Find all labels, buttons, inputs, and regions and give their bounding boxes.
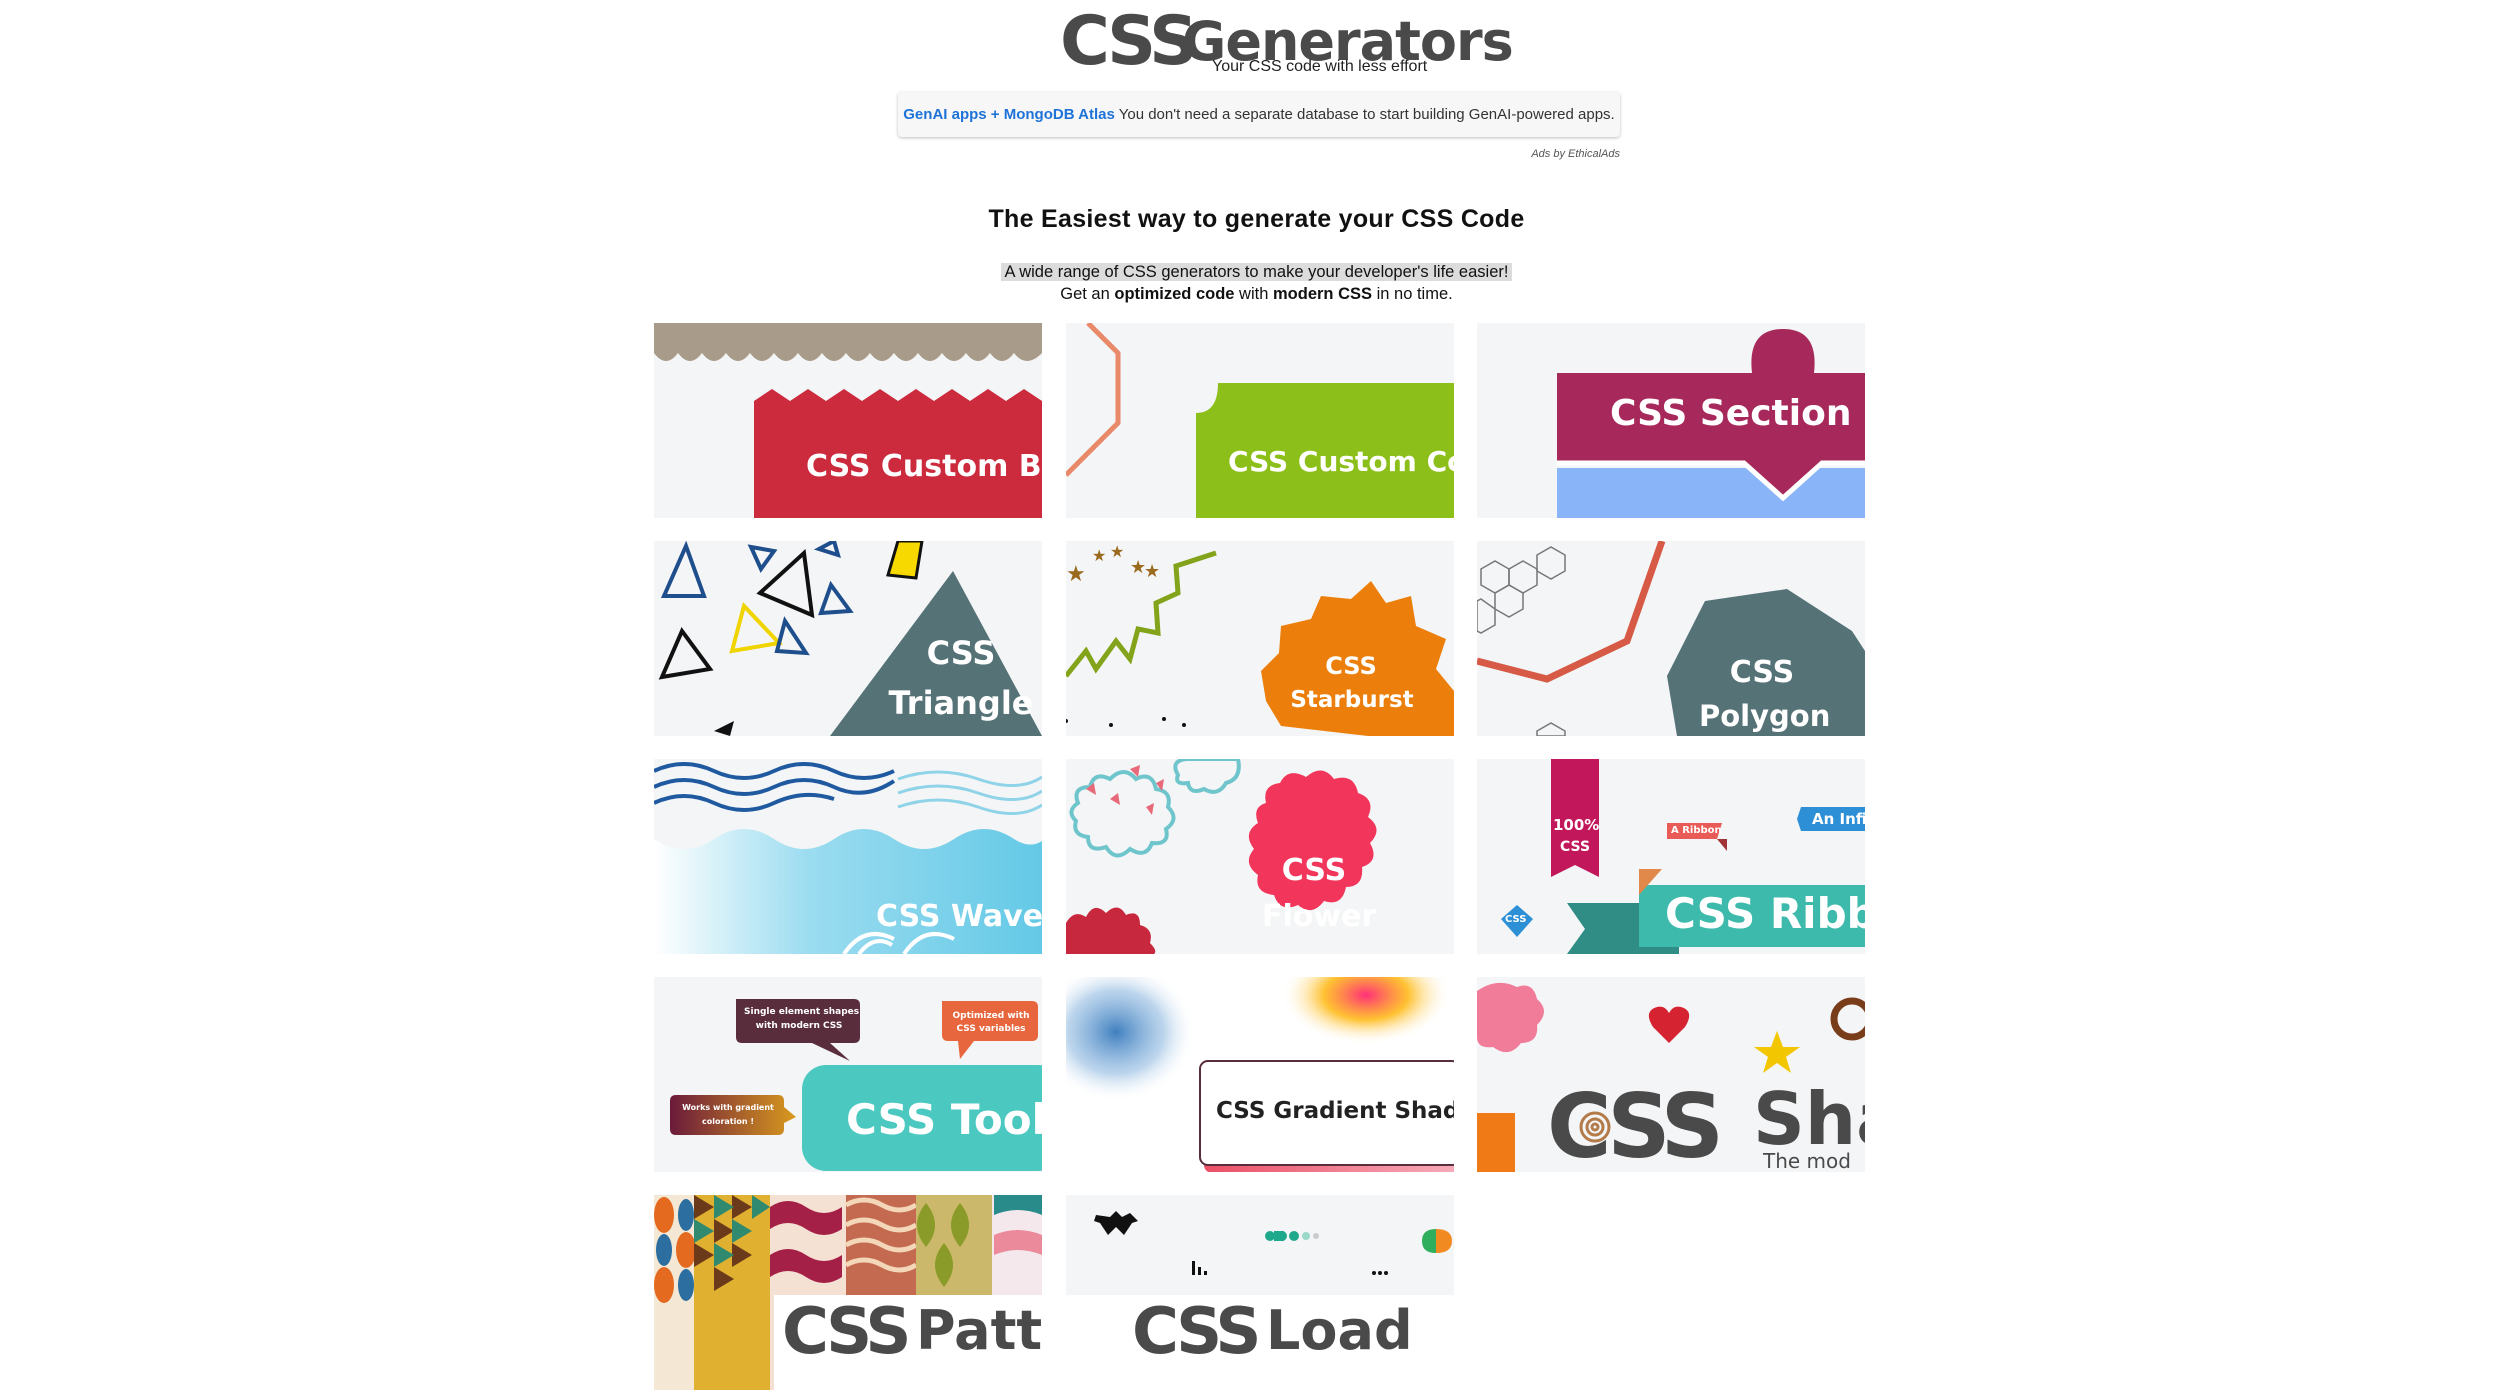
- svg-text:★: ★: [1066, 561, 1086, 586]
- card-ribbon-label: CSS Ribbo: [1665, 889, 1865, 938]
- card-polygon[interactable]: CSS Polygon: [1477, 541, 1865, 736]
- ribbon-tag-100: 100%: [1553, 816, 1600, 834]
- card-polygon-label-2: Polygon: [1699, 699, 1831, 733]
- logo-css-mark: CSS: [1060, 8, 1198, 76]
- card-flower-label-1: CSS: [1281, 853, 1347, 888]
- tooltip-bubble-3: Works with gradient: [682, 1103, 774, 1112]
- subtitle-line-2-mid: with: [1234, 285, 1273, 303]
- card-waves-label: CSS Waves: [876, 899, 1042, 934]
- tooltip-bubble-3b: coloration !: [701, 1117, 754, 1126]
- card-loaders-label: Load: [1266, 1299, 1413, 1362]
- svg-text:★: ★: [1092, 548, 1106, 565]
- ad-body-text: You don't need a separate database to st…: [1118, 106, 1615, 123]
- card-loaders[interactable]: CSS Load: [1066, 1195, 1454, 1390]
- card-custom-corners[interactable]: CSS Custom Cor: [1066, 323, 1454, 518]
- subtitle-line-2-post: in no time.: [1372, 285, 1453, 303]
- card-gradient-shadow[interactable]: CSS Gradient Shado: [1066, 977, 1454, 1172]
- card-shapes-subtitle: The mod: [1763, 1149, 1851, 1172]
- card-patterns[interactable]: CSS Patte: [654, 1195, 1042, 1390]
- subtitle-line-1: A wide range of CSS generators to make y…: [1000, 263, 1513, 281]
- card-loaders-logo: CSS: [1132, 1295, 1261, 1369]
- card-patterns-logo: CSS: [782, 1295, 911, 1369]
- card-gradient-shadow-label: CSS Gradient Shado: [1216, 1098, 1454, 1124]
- card-ribbon[interactable]: 100% CSS A Ribbon An Infi CSS CSS Ribbo: [1477, 759, 1865, 954]
- ribbon-tag-css: CSS: [1559, 839, 1591, 855]
- card-triangle[interactable]: CSS Triangle: [654, 541, 1042, 736]
- tooltip-bubble-1: Single element shapes: [744, 1007, 860, 1017]
- page-subtitle: A wide range of CSS generators to make y…: [0, 261, 2513, 305]
- subtitle-line-2-pre: Get an: [1060, 285, 1115, 303]
- gradient-shadow-illustration: [1066, 977, 1454, 1172]
- card-triangle-label-2: Triangle: [888, 684, 1034, 722]
- ad-link[interactable]: GenAI apps + MongoDB Atlas: [903, 106, 1115, 123]
- svg-text:★: ★: [1144, 561, 1160, 581]
- custom-corners-illustration: [1066, 323, 1454, 518]
- card-triangle-label-1: CSS: [926, 634, 996, 672]
- ribbon-tag-a-ribbon: A Ribbon: [1671, 825, 1722, 836]
- page-headline: The Easiest way to generate your CSS Cod…: [988, 205, 1525, 233]
- tooltip-bubble-2b: CSS variables: [956, 1024, 1026, 1034]
- card-custom-borders[interactable]: CSS Custom Bor: [654, 323, 1042, 518]
- site-logo[interactable]: CSS Generators Your CSS code with less e…: [1060, 8, 1514, 76]
- card-shapes[interactable]: CSS Sha The mod: [1477, 977, 1865, 1172]
- card-shapes-logo: CSS: [1547, 1075, 1724, 1172]
- card-patterns-label: Patte: [916, 1299, 1042, 1362]
- card-section-divider[interactable]: CSS Section Di: [1477, 323, 1865, 518]
- card-section-divider-label: CSS Section Di: [1610, 393, 1865, 434]
- card-waves[interactable]: CSS Waves: [654, 759, 1042, 954]
- card-custom-corners-label: CSS Custom Cor: [1228, 445, 1454, 478]
- ad-credit[interactable]: Ads by EthicalAds: [1460, 148, 1620, 160]
- ad-banner: GenAI apps + MongoDB Atlas You don't nee…: [898, 92, 1620, 137]
- logo-tagline: Your CSS code with less effort: [1212, 58, 1428, 75]
- tooltip-bubble-1b: with modern CSS: [755, 1021, 843, 1031]
- tooltip-bubble-2: Optimized with: [952, 1011, 1030, 1021]
- card-tooltip[interactable]: Single element shapes with modern CSS Op…: [654, 977, 1042, 1172]
- card-starburst[interactable]: ★ ★ ★ ★ ★ CSS Starburst: [1066, 541, 1454, 736]
- subtitle-bold-2: modern CSS: [1272, 285, 1373, 303]
- subtitle-bold-1: optimized code: [1114, 285, 1235, 303]
- ribbon-tag-small-css: CSS: [1505, 914, 1527, 925]
- flower-illustration: [1066, 759, 1377, 954]
- card-custom-borders-label: CSS Custom Bor: [806, 449, 1042, 484]
- card-starburst-label-2: Starburst: [1290, 687, 1414, 713]
- card-polygon-label-1: CSS: [1729, 655, 1795, 690]
- ribbon-tag-infinite: An Infi: [1812, 810, 1865, 828]
- card-flower-label-2: Flower: [1262, 899, 1377, 934]
- custom-borders-illustration: [654, 323, 1042, 518]
- card-starburst-label-1: CSS: [1325, 652, 1377, 680]
- logo-css-text: CSS: [1060, 2, 1198, 81]
- svg-text:★: ★: [1110, 544, 1124, 561]
- card-tooltip-label: CSS Toolti: [846, 1095, 1042, 1144]
- card-flower[interactable]: CSS Flower: [1066, 759, 1454, 954]
